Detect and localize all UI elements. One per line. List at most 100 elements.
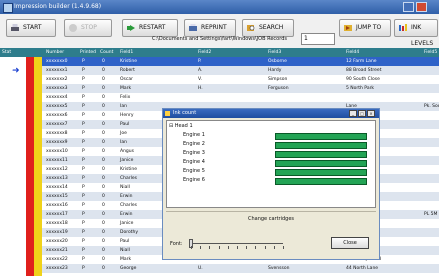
ink-level-bar (275, 169, 367, 176)
ink-level-bar (275, 133, 367, 140)
stop-button[interactable]: STOP (64, 19, 112, 37)
header-field4[interactable]: Field4 (346, 50, 359, 55)
slider-tick (273, 246, 275, 249)
table-row[interactable]: xxxxxxx1 P 0 Robert A. Hardy 88 Broad Street (42, 66, 439, 75)
header-printed[interactable]: Printed (80, 50, 96, 55)
head-label: Head 1 (174, 123, 193, 129)
close-window-button[interactable] (416, 2, 427, 12)
ink-levels-icon (399, 24, 407, 31)
cell-count: 0 (102, 203, 105, 208)
cell-f2: P. (198, 59, 202, 64)
header-field5[interactable]: Field5 (424, 50, 437, 55)
cell-printed: P (82, 257, 85, 262)
cell-f1: Paul (120, 239, 130, 244)
cell-count: 0 (102, 176, 105, 181)
ink-level-bar (275, 151, 367, 158)
cell-count: 0 (102, 239, 105, 244)
close-button[interactable]: Close (331, 237, 369, 249)
cell-count: 0 (102, 95, 105, 100)
cell-printed: P (82, 68, 85, 73)
cell-count: 0 (102, 59, 105, 64)
cell-number: xxxxxxx5 (46, 104, 68, 109)
cell-printed: P (82, 248, 85, 253)
cell-printed: P (82, 158, 85, 163)
cell-printed: P (82, 167, 85, 172)
cell-f5: PL 5M (424, 212, 438, 217)
dialog-minimize-icon[interactable]: _ (349, 110, 357, 117)
cell-f1: Niall (120, 185, 130, 190)
engine-item[interactable]: Engine 3 (183, 150, 205, 156)
cell-printed: P (82, 176, 85, 181)
reprint-icon (189, 24, 197, 31)
cell-number: xxxxxx10 (46, 149, 68, 154)
engine-item[interactable]: Engine 2 (183, 141, 205, 147)
ink-levels-button[interactable]: INK LEVELS (394, 19, 438, 47)
minimize-button[interactable] (403, 2, 414, 12)
cell-f1: Angus (120, 149, 134, 154)
cell-f3: Ferguson (268, 86, 289, 91)
cell-f1: Erwin (120, 212, 133, 217)
app-icon (3, 3, 13, 13)
cell-f1: Paul (120, 122, 130, 127)
cell-number: xxxxxxx8 (46, 131, 68, 136)
dialog-separator (166, 211, 376, 212)
cell-printed: P (82, 122, 85, 127)
search-icon (247, 25, 255, 31)
grid-header: Stat Number Printed Count Field1 Field2 … (0, 48, 439, 57)
cell-number: xxxxxxx2 (46, 77, 68, 82)
table-row[interactable]: xxxxxxx3 P 0 Mark H. Ferguson 5 North Park (42, 84, 439, 93)
engine-item[interactable]: Engine 5 (183, 168, 205, 174)
status-column: ➜ (0, 57, 26, 276)
cell-printed: P (82, 77, 85, 82)
job-path: C:\Documents and Settings\fart\Windows\J… (152, 36, 287, 42)
restart-button[interactable]: RESTART (122, 19, 178, 37)
cell-printed: P (82, 59, 85, 64)
cell-f3: Osborne (268, 59, 287, 64)
header-field1[interactable]: Field1 (120, 50, 133, 55)
cell-f1: Henry (120, 113, 134, 118)
cell-f2: U. (198, 266, 203, 271)
engine-item[interactable]: Engine 1 (183, 132, 205, 138)
cell-printed: P (82, 104, 85, 109)
ink-level-bar (275, 160, 367, 167)
slider-tick (209, 246, 211, 249)
current-row-arrow-icon: ➜ (12, 66, 20, 76)
reprint-button[interactable]: REPRINT (184, 19, 236, 37)
jump-to-button[interactable]: JUMP TO (339, 19, 391, 37)
font-size-slider[interactable] (189, 239, 284, 249)
dialog-maximize-icon[interactable]: □ (358, 110, 366, 117)
table-row[interactable]: xxxxxx23 P 0 George U. Svensson 44 North Lane (42, 264, 439, 273)
slider-tick (200, 246, 202, 249)
cell-number: xxxxxxx6 (46, 113, 68, 118)
search-button[interactable]: SEARCH (242, 19, 294, 37)
font-label: Font: (170, 241, 183, 247)
printer-icon (11, 24, 19, 31)
header-count[interactable]: Count (100, 50, 113, 55)
engine-item[interactable]: Engine 4 (183, 159, 205, 165)
header-stat[interactable]: Stat (2, 50, 11, 55)
cell-f5: Pk. Soc (424, 104, 439, 109)
cell-number: xxxxxxx3 (46, 86, 68, 91)
cell-f4: 12 Farm Lane (346, 59, 377, 64)
stop-icon (69, 24, 77, 32)
cell-count: 0 (102, 257, 105, 262)
head-node[interactable]: ⊟ Head 1 (169, 123, 193, 129)
header-field3[interactable]: Field3 (268, 50, 281, 55)
dialog-title: Ink count (173, 110, 197, 116)
engine-item[interactable]: Engine 6 (183, 177, 205, 183)
header-field2[interactable]: Field2 (198, 50, 211, 55)
cell-number: xxxxxxx0 (46, 59, 68, 64)
cell-number: xxxxxx12 (46, 167, 68, 172)
cell-f1: Janice (120, 158, 134, 163)
table-row[interactable]: xxxxxxx0 P 0 Kristine P. Osborne 12 Farm Lane (42, 57, 439, 66)
table-row[interactable]: xxxxxxx2 P 0 Oscar V. Simpson 90 South Close (42, 75, 439, 84)
header-number[interactable]: Number (46, 50, 64, 55)
cell-f1: Joe (120, 131, 127, 136)
cell-f1: Robert (120, 68, 135, 73)
dialog-close-icon[interactable]: × (367, 110, 375, 117)
title-bar: Impression builder (1.4.9.68) (0, 0, 439, 14)
start-button[interactable]: START (6, 19, 56, 37)
cell-printed: P (82, 212, 85, 217)
cell-number: xxxxxxx9 (46, 140, 68, 145)
table-row[interactable]: xxxxxxx4 P 0 Felix (42, 93, 439, 102)
